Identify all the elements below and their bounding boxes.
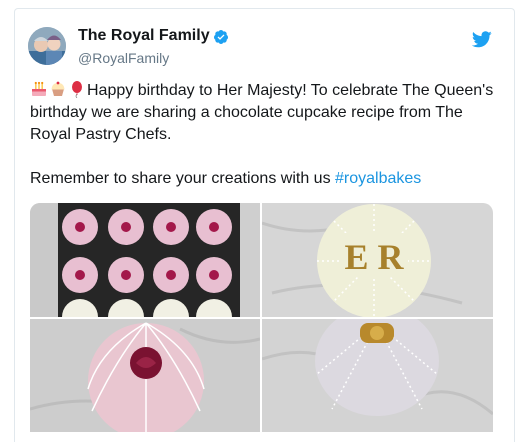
photo-rose-cupcake-image (30, 319, 260, 432)
photo-cupcake-tray-image (30, 203, 260, 317)
photo-cipher-cupcake-image: E R (262, 203, 493, 317)
handle[interactable]: @RoyalFamily (78, 50, 169, 66)
photo-cupcake-tray[interactable] (30, 203, 260, 317)
twitter-bird-icon[interactable] (472, 31, 492, 48)
tweet-text: Happy birthday to Her Majesty! To celebr… (30, 80, 495, 190)
avatar[interactable] (28, 27, 66, 65)
cupcake-emoji (51, 81, 65, 96)
hashtag-link[interactable]: #royalbakes (335, 170, 421, 187)
photo-grid: E R (30, 203, 493, 432)
verified-badge-icon (213, 30, 228, 44)
avatar-photo (28, 27, 66, 65)
photo-crown-cupcake-image (262, 319, 493, 432)
photo-crown-cupcake[interactable] (262, 319, 493, 432)
photo-cipher-cupcake[interactable]: E R (262, 203, 493, 317)
display-name[interactable]: The Royal Family (78, 27, 210, 45)
balloon-emoji (72, 81, 82, 98)
birthday-cake-emoji (32, 81, 46, 96)
photo-rose-cupcake[interactable] (30, 319, 260, 432)
cipher-text: E R (344, 237, 404, 277)
tweet-body-line1: Happy birthday to Her Majesty! To celebr… (30, 82, 494, 143)
tweet-body-line2: Remember to share your creations with us (30, 170, 336, 187)
